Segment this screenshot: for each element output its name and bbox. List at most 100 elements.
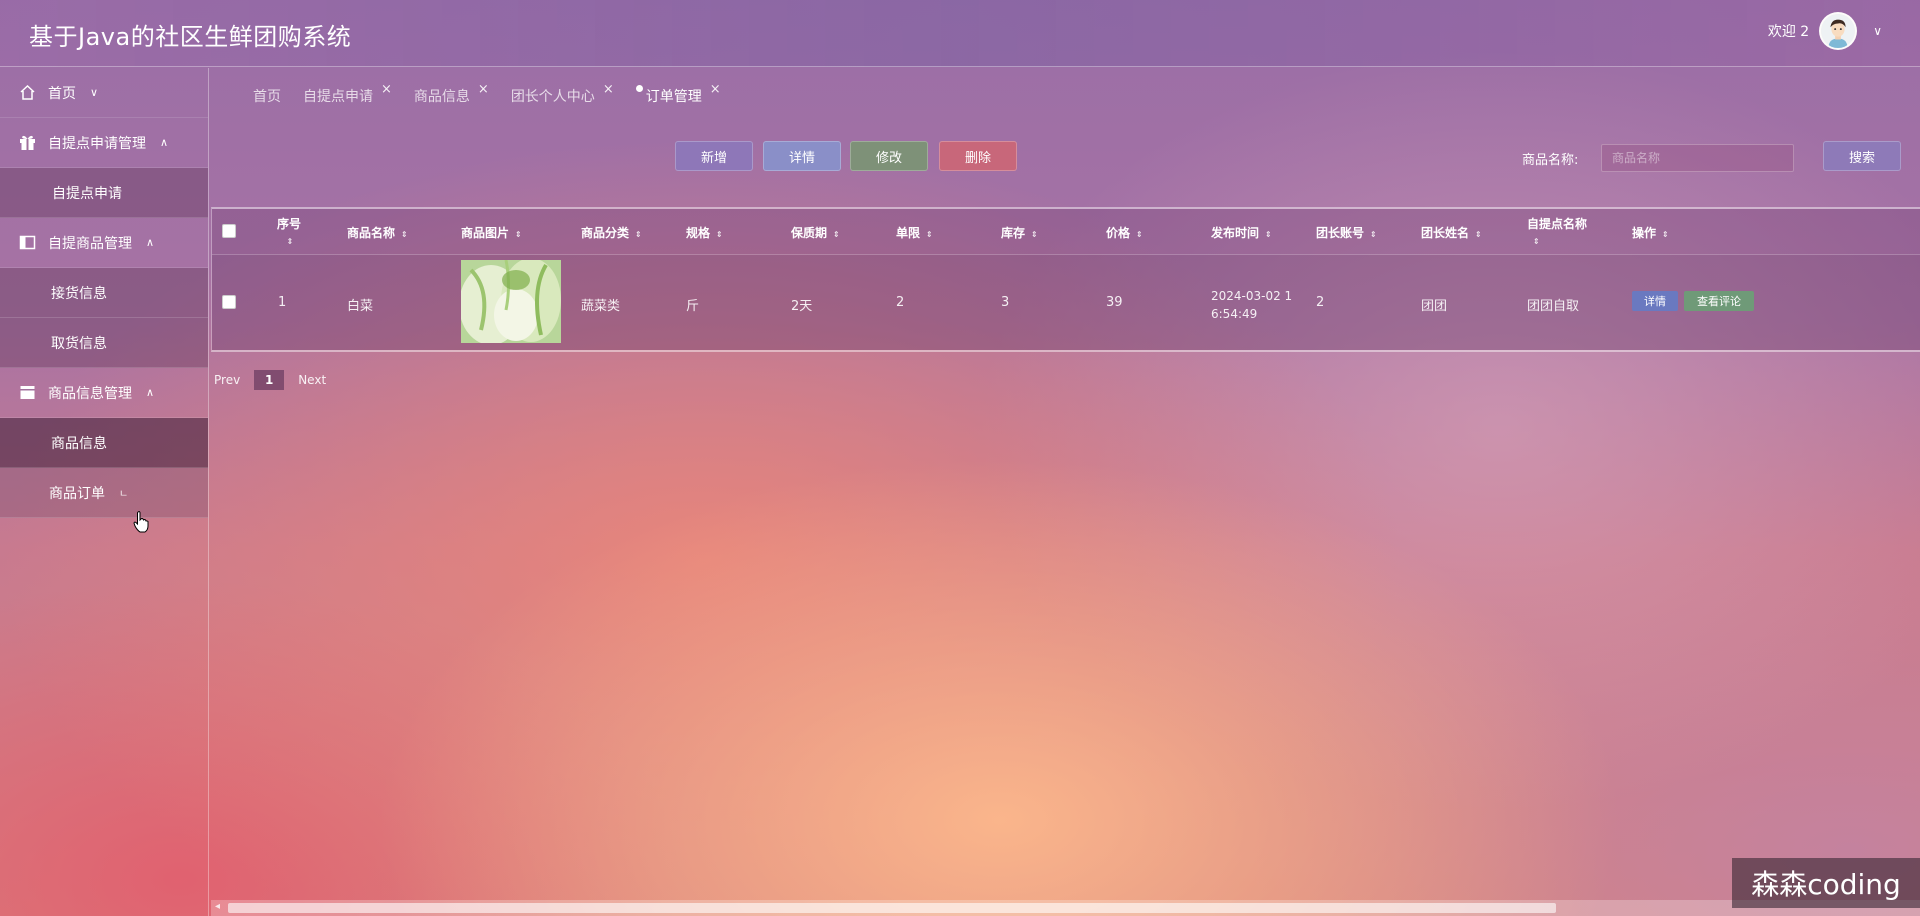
column-header-leader-account[interactable]: 团长账号 ⇕ — [1316, 224, 1377, 241]
add-button[interactable]: 新增 — [675, 141, 753, 171]
sort-icon[interactable]: ⇕ — [515, 230, 522, 239]
search-label: 商品名称: — [1522, 153, 1579, 168]
select-all-checkbox[interactable] — [222, 224, 236, 238]
view-reviews-button[interactable]: 查看评论 — [1684, 291, 1754, 311]
prev-page-button[interactable]: Prev — [214, 373, 240, 387]
tab-label: 商品信息 — [413, 89, 470, 105]
column-header-leader-name[interactable]: 团长姓名 ⇕ — [1421, 224, 1482, 241]
horizontal-scrollbar[interactable]: ◂ — [211, 900, 1920, 916]
column-header-price[interactable]: 价格 ⇕ — [1106, 224, 1143, 241]
column-header-publish-time[interactable]: 发布时间 ⇕ — [1211, 224, 1272, 241]
column-header-index[interactable]: 序号 ⇕ — [277, 216, 301, 250]
sidebar-group-pickup-goods[interactable]: 自提商品管理 ∧ — [0, 218, 208, 268]
column-header-actions: 操作 ⇕ — [1632, 224, 1669, 241]
sort-icon[interactable]: ⇕ — [1031, 230, 1038, 239]
sort-icon[interactable]: ⇕ — [926, 230, 933, 239]
sort-icon[interactable]: ⇕ — [1533, 237, 1540, 246]
sidebar-item-label: 取货信息 — [51, 335, 107, 352]
cell-category: 蔬菜类 — [581, 299, 621, 314]
sort-icon[interactable]: ⇕ — [716, 230, 723, 239]
sidebar-item-label: 首页 — [48, 85, 76, 102]
sidebar-item-home[interactable]: 首页 ∨ — [0, 68, 208, 118]
close-icon[interactable]: × — [603, 82, 614, 97]
sort-icon[interactable]: ⇕ — [1370, 230, 1377, 239]
scroll-left-icon[interactable]: ◂ — [215, 901, 220, 912]
user-avatar-icon[interactable] — [1819, 12, 1858, 50]
column-header-category[interactable]: 商品分类 ⇕ — [581, 224, 642, 241]
search-button[interactable]: 搜索 — [1823, 141, 1901, 171]
sidebar-item-label: 商品信息 — [51, 435, 107, 452]
tab-home[interactable]: 首页 — [253, 86, 281, 106]
close-icon[interactable]: × — [381, 82, 392, 97]
cell-leader-account: 2 — [1316, 295, 1325, 310]
header-label: 保质期 — [791, 226, 828, 240]
sort-icon[interactable]: ⇕ — [1136, 230, 1143, 239]
hand-cursor-icon — [133, 511, 149, 537]
close-icon[interactable]: × — [710, 82, 721, 97]
row-detail-button[interactable]: 详情 — [1632, 291, 1678, 311]
cell-leader-name: 团团 — [1421, 299, 1448, 314]
row-checkbox[interactable] — [222, 295, 236, 309]
sort-icon[interactable]: ⇕ — [1662, 230, 1669, 239]
tab-label: 团长个人中心 — [510, 89, 595, 105]
table-row: 1 白菜 蔬菜类 斤 2天 2 3 39 2024-03-02 1 6:54:4… — [212, 255, 1920, 350]
sidebar-item-label: 接货信息 — [51, 285, 107, 302]
cell-name: 白菜 — [347, 299, 374, 314]
column-header-limit[interactable]: 单限 ⇕ — [896, 224, 933, 241]
sidebar-item-pickup-apply[interactable]: 自提点申请 — [0, 168, 208, 218]
sort-icon[interactable]: ⇕ — [1265, 230, 1272, 239]
search-input[interactable] — [1601, 144, 1794, 172]
header-label: 操作 — [1632, 226, 1657, 240]
sort-icon[interactable]: ⇕ — [833, 230, 840, 239]
cell-shelf-life: 2天 — [791, 299, 813, 314]
sidebar-group-goods-info[interactable]: 商品信息管理 ∧ — [0, 368, 208, 418]
tab-label: 订单管理 — [645, 89, 702, 105]
cell-price: 39 — [1106, 295, 1123, 310]
sidebar-item-goods-info[interactable]: 商品信息 — [0, 418, 208, 468]
sidebar-item-label: 商品信息管理 — [48, 385, 132, 402]
edit-button[interactable]: 修改 — [850, 141, 928, 171]
sort-icon[interactable]: ⇕ — [1475, 230, 1482, 239]
sidebar-item-label: 自提点申请 — [52, 185, 122, 202]
sort-icon[interactable]: ⇕ — [401, 230, 408, 239]
header-label: 序号 — [277, 217, 302, 231]
cell-spec: 斤 — [686, 299, 700, 314]
header-label: 商品分类 — [581, 226, 630, 240]
app-title: 基于Java的社区生鲜团购系统 — [29, 23, 352, 51]
chevron-down-icon[interactable]: ∨ — [1873, 24, 1882, 38]
scrollbar-thumb[interactable] — [228, 903, 1556, 913]
column-header-image[interactable]: 商品图片 ⇕ — [461, 224, 522, 241]
column-header-shelf-life[interactable]: 保质期 ⇕ — [791, 224, 840, 241]
sidebar-item-goods-order[interactable]: 商品订单 ㄴ — [0, 468, 208, 518]
header-label: 团长账号 — [1316, 226, 1365, 240]
tab-bar: 首页 自提点申请 × 商品信息 × 团长个人中心 × 订单管理 × — [253, 82, 743, 106]
close-icon[interactable]: × — [478, 82, 489, 97]
column-header-pickup-name[interactable]: 自提点名称 ⇕ — [1527, 216, 1587, 250]
sidebar-item-label: 自提商品管理 — [48, 235, 132, 252]
sort-icon[interactable]: ⇕ — [287, 237, 294, 246]
tab-order-management[interactable]: 订单管理 × — [635, 82, 721, 106]
delete-button[interactable]: 删除 — [939, 141, 1017, 171]
tab-leader-center[interactable]: 团长个人中心 × — [510, 82, 614, 106]
column-header-spec[interactable]: 规格 ⇕ — [686, 224, 723, 241]
detail-button[interactable]: 详情 — [763, 141, 841, 171]
sidebar-item-pickup-info[interactable]: 取货信息 — [0, 318, 208, 368]
sidebar-item-receive-info[interactable]: 接货信息 — [0, 268, 208, 318]
cell-stock: 3 — [1001, 295, 1010, 310]
page-number-button[interactable]: 1 — [254, 370, 285, 390]
tab-pickup-apply[interactable]: 自提点申请 × — [303, 82, 392, 106]
sidebar-group-pickup-apply[interactable]: 自提点申请管理 ∧ — [0, 118, 208, 168]
column-header-stock[interactable]: 库存 ⇕ — [1001, 224, 1038, 241]
box-icon — [18, 384, 36, 402]
cabbage-image — [461, 260, 561, 343]
panel-icon — [18, 234, 36, 252]
next-page-button[interactable]: Next — [298, 373, 326, 387]
header-label: 商品名称 — [347, 226, 396, 240]
tab-goods-info[interactable]: 商品信息 × — [413, 82, 489, 106]
column-header-name[interactable]: 商品名称 ⇕ — [347, 224, 408, 241]
sort-icon[interactable]: ⇕ — [635, 230, 642, 239]
gift-icon — [18, 134, 36, 152]
header-label: 发布时间 — [1211, 226, 1260, 240]
user-menu[interactable]: 欢迎 2 ∨ — [1768, 12, 1882, 50]
chevron-up-icon: ∧ — [146, 386, 155, 399]
